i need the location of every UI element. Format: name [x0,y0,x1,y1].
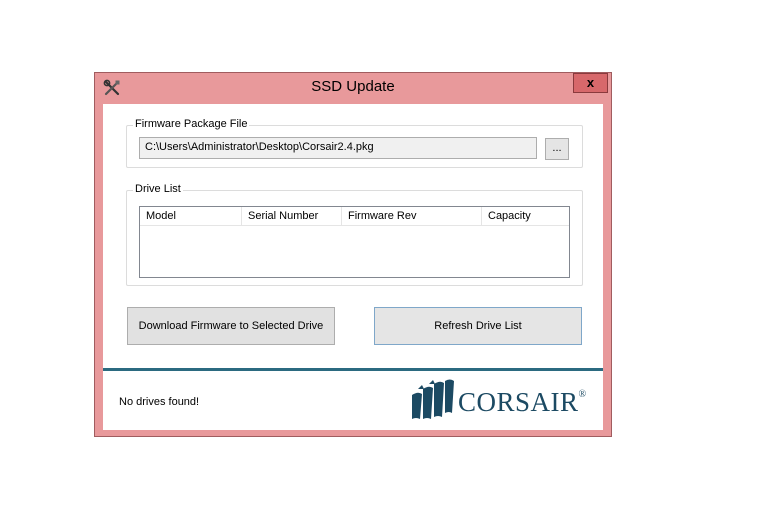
close-button[interactable]: x [573,73,608,93]
download-firmware-button[interactable]: Download Firmware to Selected Drive [127,307,335,345]
firmware-path-field[interactable]: C:\Users\Administrator\Desktop\Corsair2.… [139,137,537,159]
drive-list-view[interactable]: Model Serial Number Firmware Rev Capacit… [139,206,570,278]
close-icon: x [586,75,595,90]
registered-mark: ® [578,389,587,400]
ssd-update-window: SSD Update x Firmware Package File C:\Us… [94,72,612,437]
firmware-package-group: Firmware Package File C:\Users\Administr… [126,118,583,168]
sails-icon [412,379,454,419]
refresh-drive-list-button[interactable]: Refresh Drive List [374,307,582,345]
column-header-model[interactable]: Model [140,207,242,225]
logo-text: CORSAIR [458,387,579,417]
window-title: SSD Update [311,78,395,95]
corsair-logo: CORSAIR® [410,379,595,424]
firmware-package-label: Firmware Package File [133,118,250,130]
drive-list-label: Drive List [133,183,183,195]
drive-list-header: Model Serial Number Firmware Rev Capacit… [140,207,569,226]
column-header-capacity[interactable]: Capacity [482,207,570,225]
window-client-area: Firmware Package File C:\Users\Administr… [103,104,603,430]
divider [103,368,603,371]
browse-button[interactable]: ... [545,138,569,160]
logo-wordmark: CORSAIR® [458,387,587,418]
column-header-firmware-rev[interactable]: Firmware Rev [342,207,482,225]
column-header-serial-number[interactable]: Serial Number [242,207,342,225]
title-bar[interactable]: SSD Update x [95,73,611,101]
drive-list-group: Drive List Model Serial Number Firmware … [126,183,583,286]
status-text: No drives found! [119,396,200,408]
